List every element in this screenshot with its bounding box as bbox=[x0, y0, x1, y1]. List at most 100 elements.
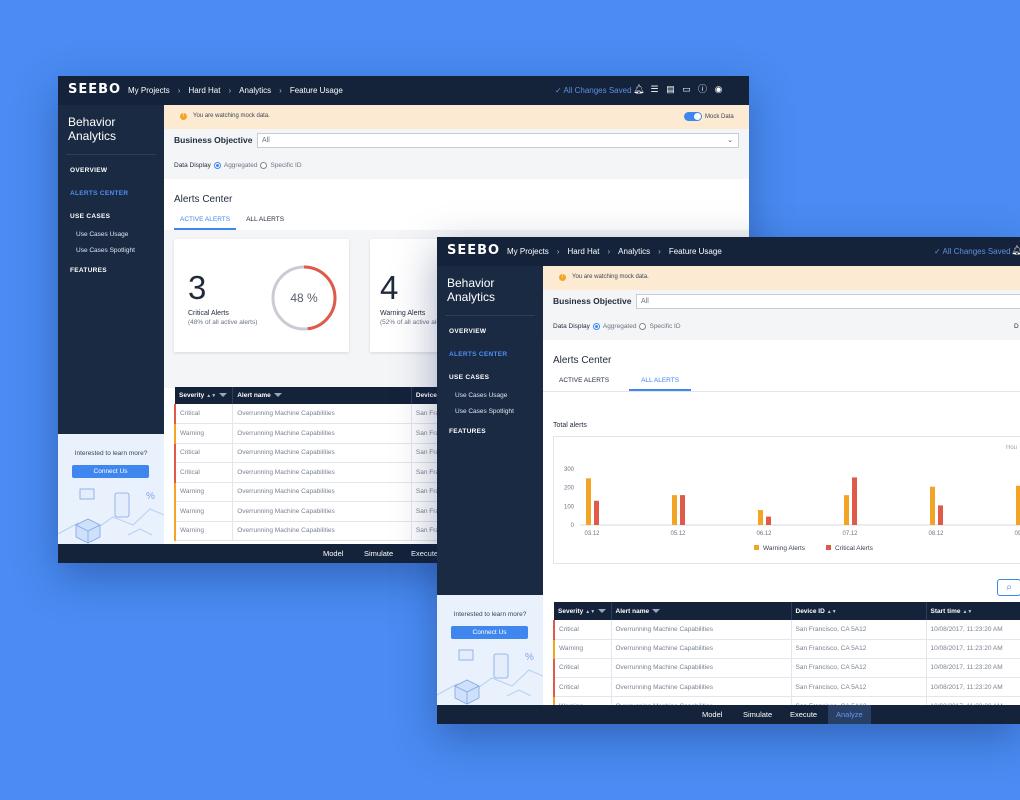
tab-active-alerts[interactable]: ACTIVE ALERTS bbox=[174, 216, 237, 230]
nav-execute[interactable]: Execute bbox=[411, 549, 438, 558]
nav-execute[interactable]: Execute bbox=[790, 710, 817, 719]
breadcrumb: My Projects › Hard Hat › Analytics › Featur… bbox=[507, 247, 722, 256]
col-severity[interactable]: Severity ▲▼ bbox=[554, 602, 612, 620]
cell-time: 10/08/2017, 11:23:20 AM bbox=[926, 639, 1020, 659]
saved-status-text: All Changes Saved bbox=[563, 86, 632, 95]
search-button[interactable]: ⌕ bbox=[997, 579, 1020, 596]
sort-icon[interactable]: ▲▼ bbox=[206, 393, 216, 399]
tab-active-alerts[interactable]: ACTIVE ALERTS bbox=[553, 377, 615, 391]
list-check-icon[interactable]: ☰ bbox=[649, 83, 660, 95]
promo-text: Interested to learn more? bbox=[453, 611, 527, 618]
promo-panel: Interested to learn more? Connect Us % bbox=[437, 595, 543, 705]
table-row[interactable]: Critical Overrunning Machine Capabilities… bbox=[174, 443, 441, 463]
bar-critical[interactable] bbox=[852, 477, 857, 525]
chevron-right-icon: › bbox=[228, 86, 232, 95]
nav-use-cases-spotlight[interactable]: Use Cases Spotlight bbox=[76, 247, 135, 254]
nav-analyze[interactable]: Analyze bbox=[828, 705, 871, 724]
nav-alerts-center[interactable]: ALERTS CENTER bbox=[70, 190, 128, 197]
breadcrumb-analytics[interactable]: Analytics bbox=[239, 86, 271, 95]
breadcrumb-feature-usage[interactable]: Feature Usage bbox=[290, 86, 343, 95]
radio-specific-id[interactable] bbox=[260, 162, 268, 169]
bar-critical[interactable] bbox=[680, 495, 685, 525]
sort-icon[interactable]: ▲▼ bbox=[585, 609, 595, 615]
bar-warning[interactable] bbox=[672, 495, 677, 525]
table-row[interactable]: Critical Overrunning Machine Capabilities… bbox=[553, 677, 1020, 698]
bar-warning[interactable] bbox=[930, 486, 935, 525]
radio-specific-id[interactable] bbox=[639, 323, 647, 330]
nav-use-cases-spotlight[interactable]: Use Cases Spotlight bbox=[455, 408, 514, 415]
filter-icon[interactable] bbox=[598, 608, 607, 613]
table-row[interactable]: Critical Overrunning Machine Capabilities… bbox=[174, 462, 441, 483]
table-row[interactable]: Critical Overrunning Machine Capabilities… bbox=[174, 404, 441, 424]
user-icon[interactable]: ◉ bbox=[713, 83, 724, 95]
business-objective-label: Business Objective bbox=[553, 296, 632, 306]
business-objective-select[interactable]: All bbox=[636, 294, 1020, 309]
connect-us-button[interactable]: Connect Us bbox=[72, 465, 149, 478]
col-device-id[interactable]: Device bbox=[411, 387, 441, 404]
filter-icon[interactable] bbox=[219, 393, 228, 398]
table-row[interactable]: WarningOverrunning Machine CapabilitiesS… bbox=[174, 482, 441, 502]
nav-features[interactable]: FEATURES bbox=[449, 428, 486, 435]
breadcrumb-hard-hat[interactable]: Hard Hat bbox=[567, 247, 599, 256]
filter-icon[interactable] bbox=[652, 608, 661, 613]
tab-all-alerts[interactable]: ALL ALERTS bbox=[629, 377, 692, 391]
nav-overview[interactable]: OVERVIEW bbox=[449, 328, 486, 335]
nav-use-cases-usage[interactable]: Use Cases Usage bbox=[76, 231, 128, 238]
connect-us-button[interactable]: Connect Us bbox=[451, 626, 528, 639]
table-row[interactable]: Critical Overrunning Machine Capabilities… bbox=[553, 620, 1020, 640]
cell-device: San Fra bbox=[411, 443, 441, 463]
radio-aggregated[interactable] bbox=[213, 162, 221, 169]
filter-icon[interactable] bbox=[273, 393, 282, 398]
table-row[interactable]: WarningOverrunning Machine CapabilitiesS… bbox=[174, 423, 441, 444]
bar-warning[interactable] bbox=[586, 478, 591, 525]
bar-warning[interactable] bbox=[844, 495, 849, 525]
nav-simulate[interactable]: Simulate bbox=[364, 549, 393, 558]
bar-warning[interactable] bbox=[758, 510, 763, 525]
col-alert-name[interactable]: Alert name bbox=[611, 602, 792, 620]
breadcrumb-my-projects[interactable]: My Projects bbox=[128, 86, 170, 95]
nav-use-cases-usage[interactable]: Use Cases Usage bbox=[455, 392, 507, 399]
sort-icon[interactable]: ▲▼ bbox=[962, 609, 972, 615]
x-tick-label: 03.12 bbox=[584, 531, 600, 537]
col-alert-name[interactable]: Alert name bbox=[232, 387, 412, 404]
bar-warning[interactable] bbox=[1016, 485, 1020, 525]
bar-critical[interactable] bbox=[594, 500, 599, 525]
nav-model[interactable]: Model bbox=[702, 710, 722, 719]
breadcrumb-hard-hat[interactable]: Hard Hat bbox=[188, 86, 220, 95]
col-severity[interactable]: Severity ▲▼ bbox=[175, 387, 234, 404]
table-row[interactable]: WarningOverrunning Machine CapabilitiesS… bbox=[553, 639, 1020, 659]
breadcrumb-feature-usage[interactable]: Feature Usage bbox=[669, 247, 722, 256]
chat-icon[interactable]: ▭ bbox=[681, 83, 692, 95]
nav-use-cases[interactable]: USE CASES bbox=[449, 374, 489, 381]
nav-overview[interactable]: OVERVIEW bbox=[70, 167, 107, 174]
col-device-id[interactable]: Device ID ▲▼ bbox=[791, 602, 927, 620]
nav-features[interactable]: FEATURES bbox=[70, 267, 107, 274]
bell-icon[interactable]: 🔔︎ bbox=[1011, 244, 1020, 256]
mock-data-toggle[interactable] bbox=[684, 112, 702, 121]
table-row[interactable]: WarningOverrunning Machine CapabilitiesS… bbox=[174, 521, 441, 541]
bar-critical[interactable] bbox=[766, 516, 771, 525]
nav-use-cases[interactable]: USE CASES bbox=[70, 213, 110, 220]
col-start-time[interactable]: Start time ▲▼ bbox=[926, 602, 1020, 620]
help-icon[interactable]: ⓘ bbox=[697, 83, 708, 95]
data-display-label: Data Display bbox=[174, 162, 211, 169]
tab-all-alerts[interactable]: ALL ALERTS bbox=[240, 216, 290, 230]
saved-status: ✓ All Changes Saved bbox=[555, 86, 632, 95]
table-row[interactable]: Critical Overrunning Machine Capabilities… bbox=[553, 658, 1020, 679]
sidebar-title: Behavior Analytics bbox=[68, 115, 117, 143]
nav-alerts-center[interactable]: ALERTS CENTER bbox=[449, 351, 507, 358]
seebo-logo[interactable]: SEEBO bbox=[68, 83, 121, 97]
nav-simulate[interactable]: Simulate bbox=[743, 710, 772, 719]
breadcrumb-analytics[interactable]: Analytics bbox=[618, 247, 650, 256]
business-objective-select[interactable]: All ⌄ bbox=[257, 133, 739, 148]
breadcrumb-my-projects[interactable]: My Projects bbox=[507, 247, 549, 256]
radio-aggregated[interactable] bbox=[592, 323, 600, 330]
document-icon[interactable]: ▤ bbox=[665, 83, 676, 95]
seebo-logo[interactable]: SEEBO bbox=[447, 244, 500, 258]
sort-icon[interactable]: ▲▼ bbox=[827, 609, 837, 615]
table-row[interactable]: WarningOverrunning Machine CapabilitiesS… bbox=[174, 501, 441, 522]
nav-model[interactable]: Model bbox=[323, 549, 343, 558]
bell-icon[interactable]: 🔔︎ bbox=[633, 83, 644, 95]
bar-critical[interactable] bbox=[938, 505, 943, 525]
chart-range-label[interactable]: Hou bbox=[1006, 445, 1017, 451]
